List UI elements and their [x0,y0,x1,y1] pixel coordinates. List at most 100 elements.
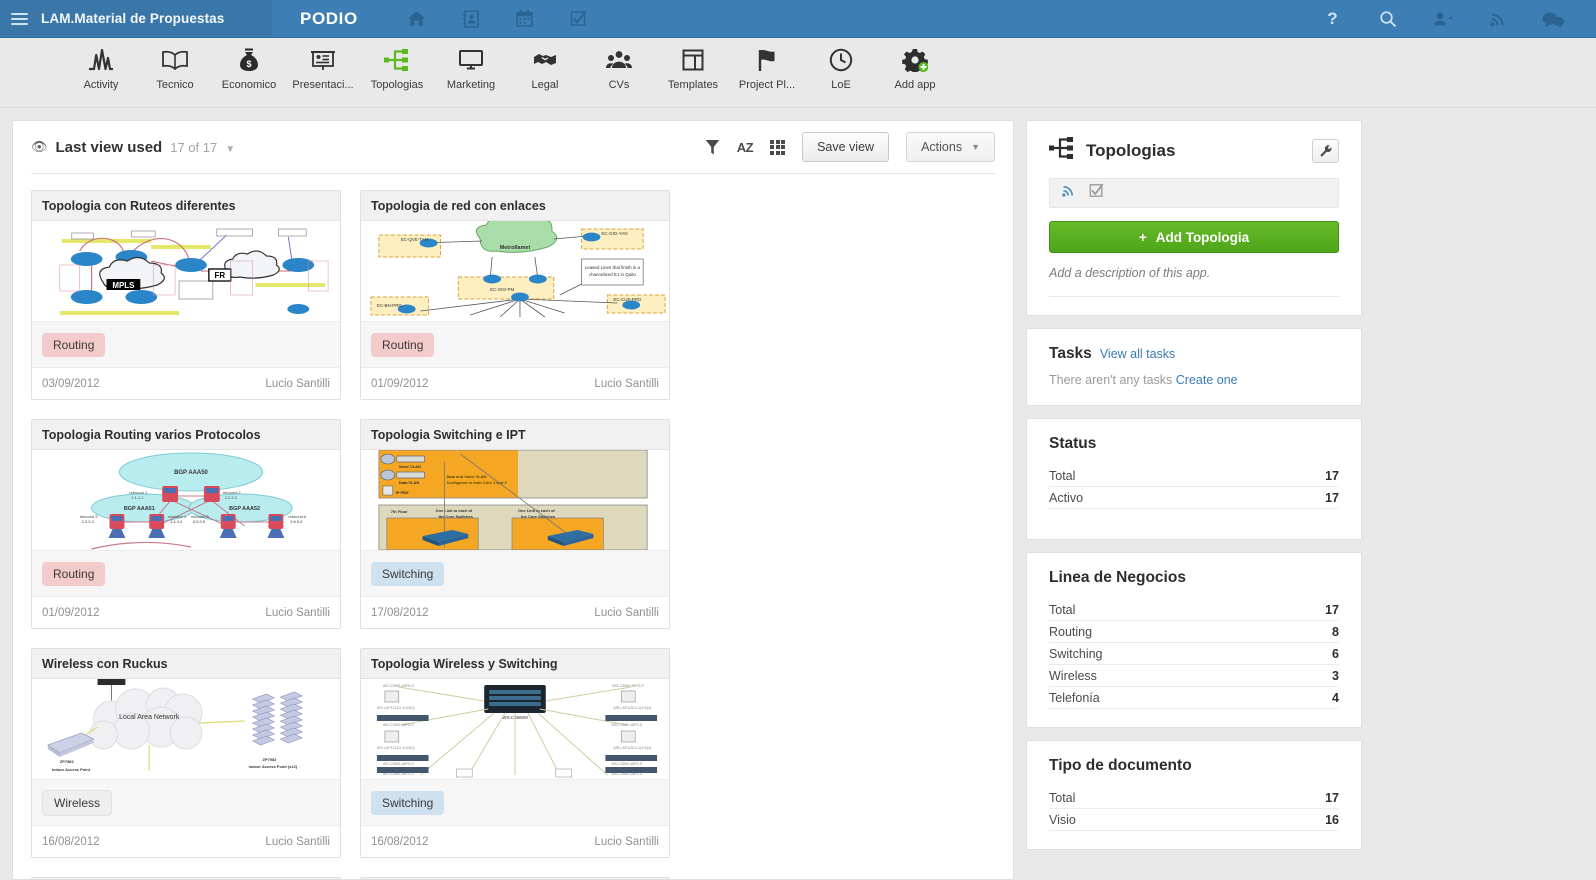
svg-text:the Core Switches: the Core Switches [438,514,473,519]
help-icon[interactable]: ? [1305,0,1360,38]
svg-text:"WS-C3560-48PS-S": "WS-C3560-48PS-S" [611,684,645,688]
topology-icon [384,47,410,73]
app-item-add-app[interactable]: Add app [878,38,952,91]
user-menu-icon[interactable] [1415,0,1470,38]
tasks-icon[interactable] [1089,183,1104,203]
svg-text:the Core Switches: the Core Switches [521,514,556,519]
card-author: Lucio Santilli [594,377,659,390]
svg-text:AIR-LAP1131G-A-K9(3): AIR-LAP1131G-A-K9(3) [377,746,415,750]
svg-text:ZP7982: ZP7982 [60,759,75,764]
app-item-topologias[interactable]: Topologias [360,38,434,91]
template-icon [682,47,704,73]
item-card[interactable]: Topologia con Ruteos diferentes MPLS FR … [31,190,341,400]
card-thumbnail[interactable]: Voice VLAN Data VLAN IP PBX Data and Voice… [361,450,669,550]
sort-az-button[interactable]: AZ [737,140,754,155]
card-thumbnail[interactable]: Metrollamet Leased Lines that finish in … [361,221,669,321]
stat-value: 3 [1332,668,1339,683]
svg-text:Voice VLAN: Voice VLAN [399,464,421,469]
topology-icon [1049,137,1075,164]
status-panel-title: Status [1049,435,1097,452]
stat-value: 17 [1325,602,1339,617]
stat-row: Telefonía 4 [1049,687,1339,709]
svg-text:EC-GIO-PM: EC-GIO-PM [490,287,514,292]
status-badge[interactable]: Switching [371,561,445,586]
view-all-tasks-link[interactable]: View all tasks [1100,347,1176,361]
card-thumbnail[interactable]: Local Area Network ZP7982 Indoor Access … [32,679,340,779]
card-tag-row: Switching [361,779,669,825]
app-item-presentaciones[interactable]: Presentaci... [286,38,360,91]
app-item-label: Tecnico [156,79,194,91]
card-thumbnail[interactable]: MPLS FR [32,221,340,321]
app-item-economico[interactable]: $ Economico [212,38,286,91]
card-title: Topologia de red con enlaces [371,198,546,213]
activity-stream-icon[interactable] [1470,0,1525,38]
tasks-panel: Tasks View all tasks There aren't any ta… [1026,328,1362,406]
app-item-cvs[interactable]: CVs [582,38,656,91]
status-badge[interactable]: Switching [371,790,445,815]
status-badge[interactable]: Routing [42,332,106,357]
item-card[interactable]: Topologia de red con enlaces Metrollamet [360,190,670,400]
workspace-title[interactable]: LAM.Material de Propuestas [41,11,224,26]
item-card[interactable]: Topologia Switching e IPT Voice VLAN Dat… [360,419,670,629]
app-item-templates[interactable]: Templates [656,38,730,91]
app-item-loe[interactable]: LoE [804,38,878,91]
stat-row: Total 17 [1049,599,1339,621]
item-card[interactable]: Topologia Wireless y Switching WS-C3560M [360,648,670,858]
app-item-label: Templates [667,79,719,91]
activity-stream-icon[interactable] [1061,183,1076,203]
item-card[interactable]: Topologia Routing varios Protocolos BGP … [31,419,341,629]
podio-logo[interactable]: PODIO [272,0,390,37]
svg-text:BGP AAA51: BGP AAA51 [124,506,155,512]
view-selector[interactable]: 👁 Last view used 17 of 17 ▼ [31,139,235,156]
stat-label: Switching [1049,646,1103,661]
card-thumbnail[interactable]: BGP AAA50 BGP AAA51 BGP AAA52 rebound 1 … [32,450,340,550]
stat-label: Total [1049,602,1076,617]
app-item-tecnico[interactable]: Tecnico [138,38,212,91]
card-title: Wireless con Ruckus [42,656,168,671]
tasks-empty-state: There aren't any tasks Create one [1049,373,1339,387]
item-card-grid: Topologia con Ruteos diferentes MPLS FR … [13,174,1013,879]
filter-icon[interactable] [705,139,720,156]
svg-text:7th Floor: 7th Floor [391,509,408,514]
item-card[interactable]: Wireless con Ruckus Local Area Network Z… [31,648,341,858]
svg-text:4.4.4.4: 4.4.4.4 [170,519,183,524]
actions-button[interactable]: Actions ▼ [906,132,995,162]
search-icon[interactable] [1360,0,1415,38]
handshake-icon [532,47,558,73]
chevron-down-icon[interactable]: ▼ [225,144,235,155]
app-item-project-plan[interactable]: Project Pl... [730,38,804,91]
card-thumbnail[interactable]: WS-C3560M WS-C3560-48PS-S "WS-C3560-48PS-… [361,679,669,779]
hamburger-menu-icon[interactable] [11,12,28,25]
tasks-header: Tasks View all tasks [1049,345,1339,363]
app-title: Topologias [1086,140,1176,160]
save-view-button[interactable]: Save view [802,132,890,162]
stat-label: Total [1049,468,1076,483]
card-author: Lucio Santilli [265,606,330,619]
contacts-icon[interactable] [444,0,498,38]
tasks-icon[interactable] [552,0,606,38]
app-item-legal[interactable]: Legal [508,38,582,91]
app-settings-button[interactable] [1312,138,1339,163]
calendar-icon[interactable] [498,0,552,38]
card-footer: 16/08/2012 Lucio Santilli [32,825,340,857]
app-item-activity[interactable]: Activity [64,38,138,91]
grid-view-icon[interactable] [770,139,786,155]
home-icon[interactable] [390,0,444,38]
chat-icon[interactable] [1525,0,1580,38]
app-header: Topologias [1049,137,1339,164]
svg-text:EC-GIO-YAN: EC-GIO-YAN [601,231,627,236]
app-navigation: Activity Tecnico $ Economico Presentaci.… [0,38,1596,108]
stat-row: Total 17 [1049,787,1339,809]
card-tag-row: Routing [32,321,340,367]
svg-text:5.5.5.5: 5.5.5.5 [193,519,206,524]
status-badge[interactable]: Routing [371,332,435,357]
create-task-link[interactable]: Create one [1176,373,1238,387]
app-item-marketing[interactable]: Marketing [434,38,508,91]
status-badge[interactable]: Wireless [42,789,113,816]
add-topologia-button[interactable]: + Add Topologia [1049,221,1339,253]
plus-icon: + [1138,229,1147,245]
status-badge[interactable]: Routing [42,561,106,586]
tasks-empty-text: There aren't any tasks [1049,373,1173,387]
app-description[interactable]: Add a description of this app. [1049,266,1339,280]
card-title: Topologia Wireless y Switching [371,656,558,671]
